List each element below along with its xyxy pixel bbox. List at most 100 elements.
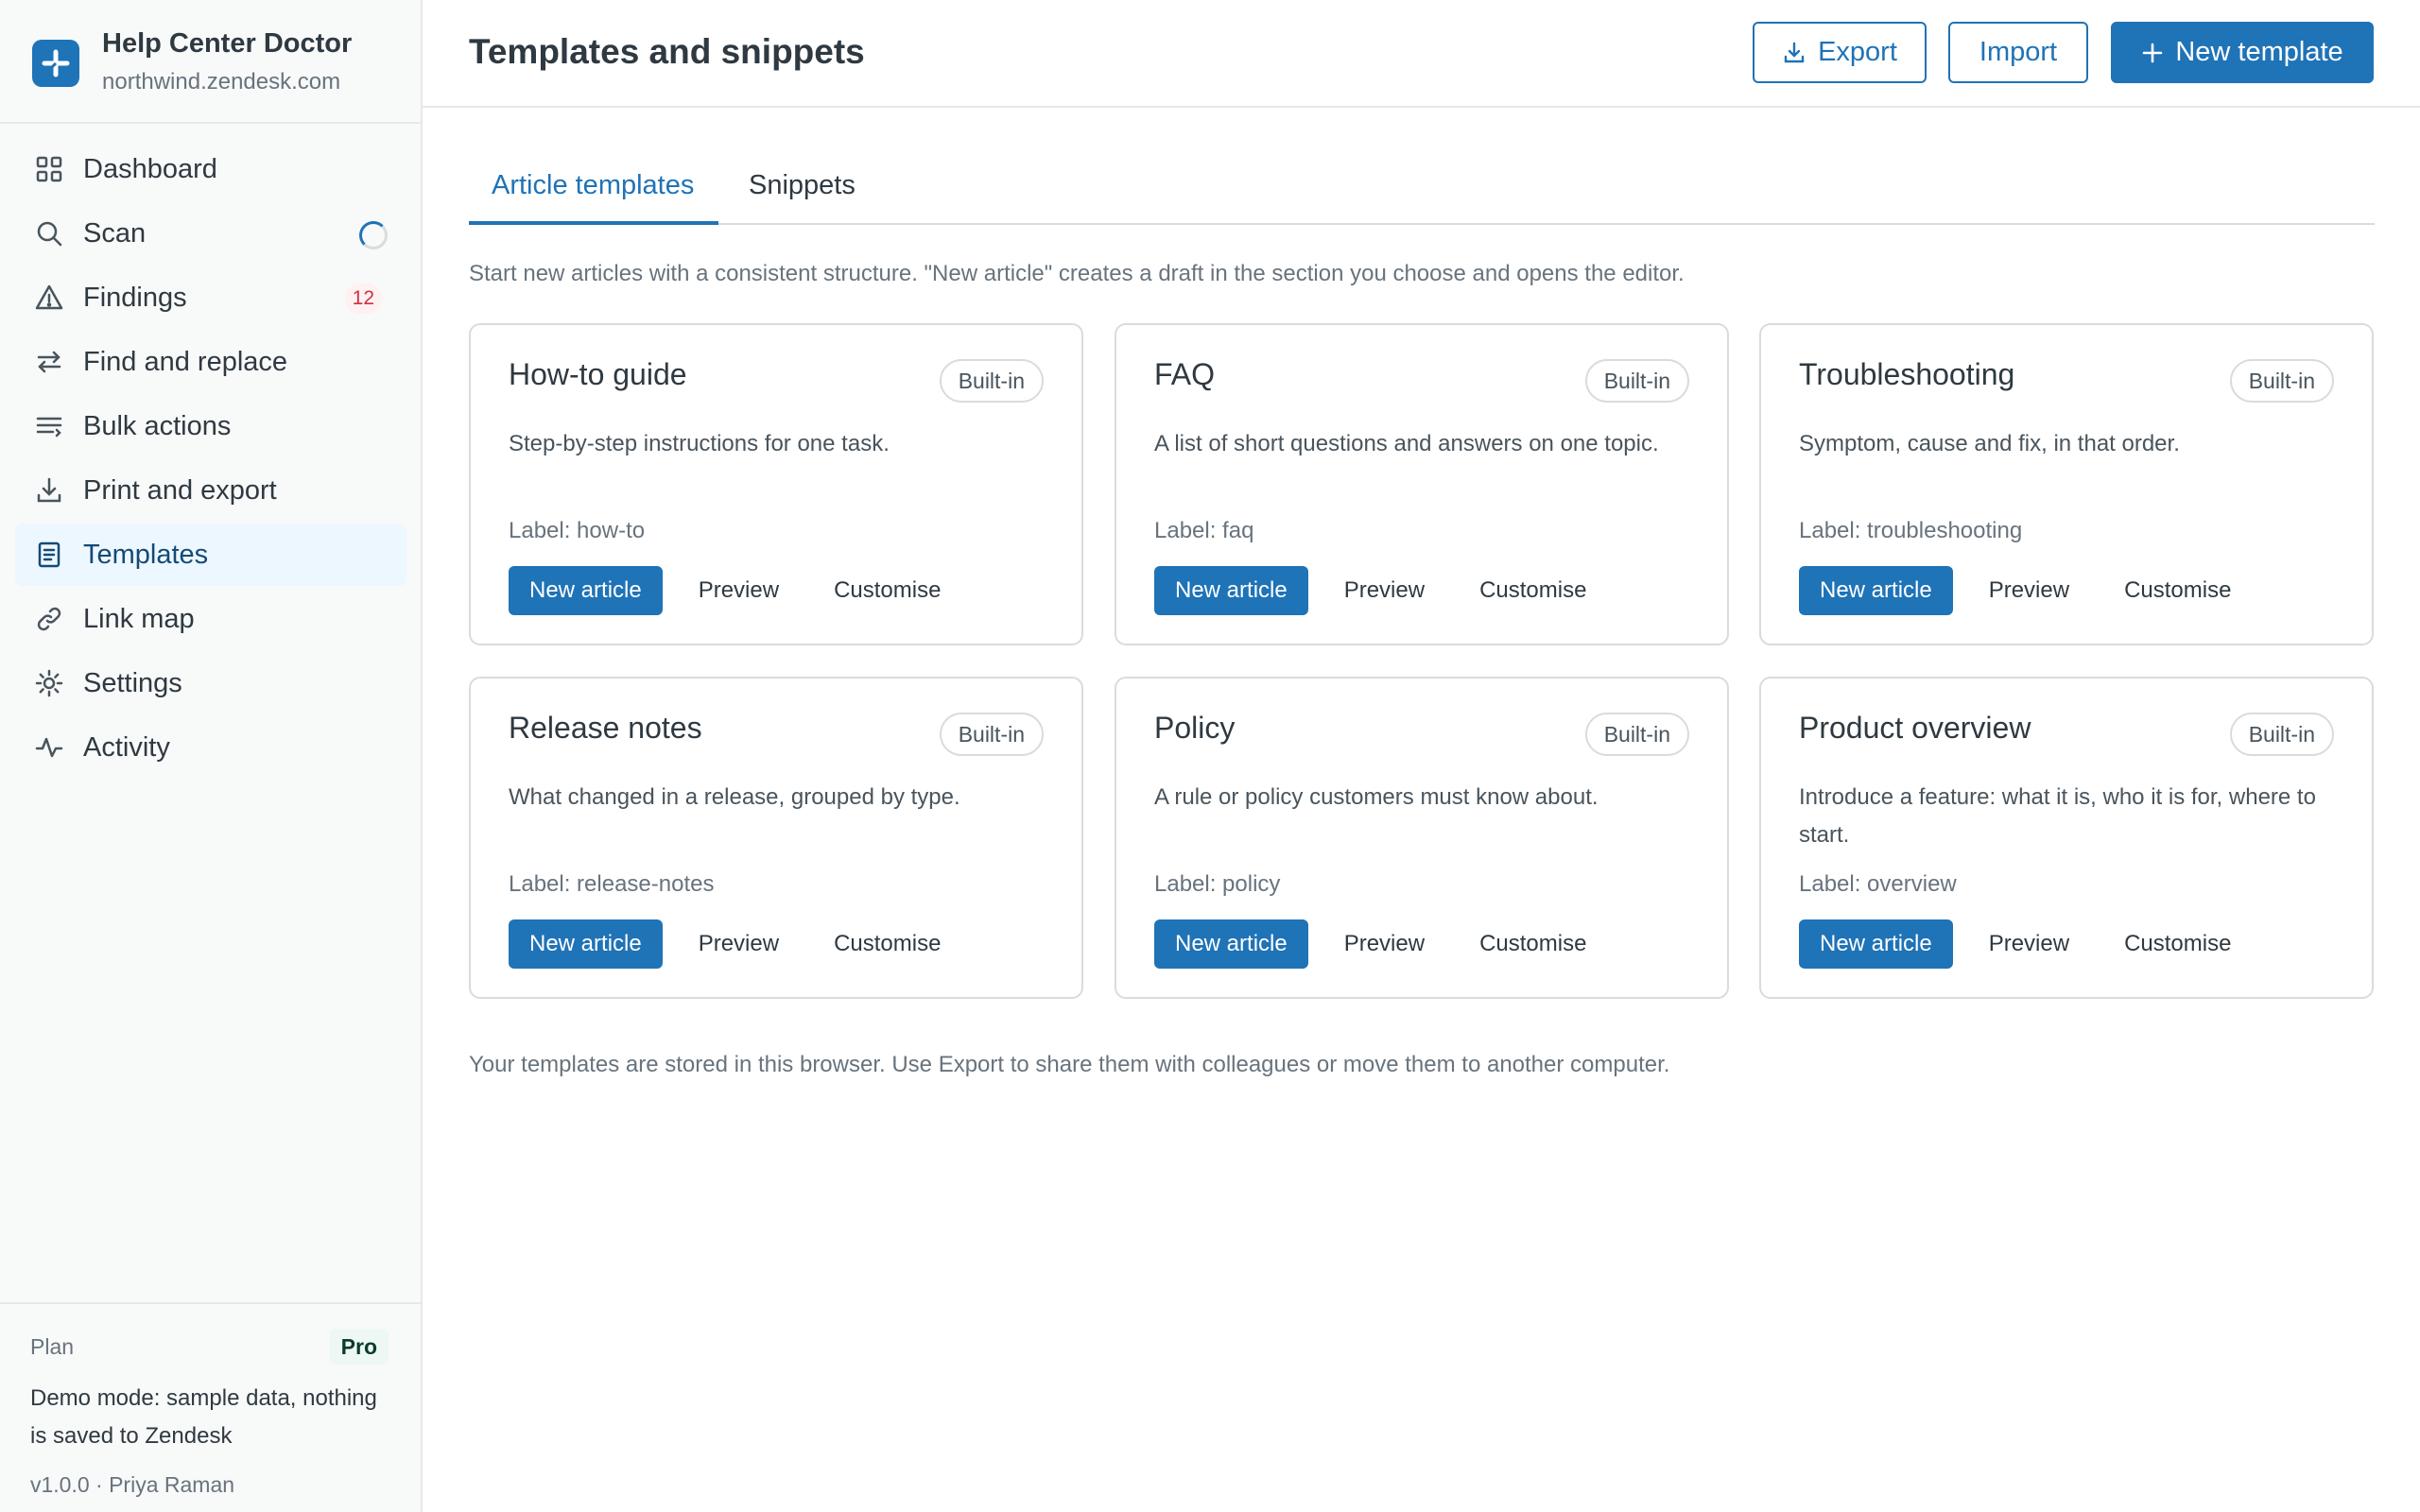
activity-pulse-icon — [34, 732, 64, 763]
new-article-button[interactable]: New article — [509, 566, 663, 615]
new-article-button[interactable]: New article — [509, 919, 663, 969]
sidebar-item-dashboard[interactable]: Dashboard — [15, 138, 406, 200]
sidebar-item-findings[interactable]: Findings 12 — [15, 266, 406, 329]
preview-button[interactable]: Preview — [1970, 919, 2088, 969]
template-card-faq: FAQ Built-in A list of short questions a… — [1115, 323, 1729, 645]
built-in-badge: Built-in — [939, 359, 1044, 403]
built-in-badge: Built-in — [939, 713, 1044, 756]
download-icon — [1784, 42, 1805, 62]
card-title: How-to guide — [509, 357, 687, 391]
customise-button[interactable]: Customise — [815, 919, 959, 969]
preview-button[interactable]: Preview — [1325, 919, 1443, 969]
card-actions: New article Preview Customise — [1799, 566, 2250, 615]
sidebar-footer: Plan Pro Demo mode: sample data, nothing… — [0, 1302, 421, 1512]
link-icon — [34, 604, 64, 634]
zendesk-host: northwind.zendesk.com — [102, 69, 341, 94]
card-description: A list of short questions and answers on… — [1154, 431, 1659, 456]
built-in-badge: Built-in — [2229, 359, 2334, 403]
sidebar-item-settings[interactable]: Settings — [15, 652, 406, 714]
sidebar-item-label: Find and replace — [83, 346, 288, 377]
tabs: Article templates Snippets — [469, 151, 2375, 225]
plan-label: Plan — [30, 1334, 75, 1359]
sidebar-item-activity[interactable]: Activity — [15, 716, 406, 779]
template-card-product-overview: Product overview Built-in Introduce a fe… — [1759, 677, 2374, 999]
card-description: Symptom, cause and fix, in that order. — [1799, 431, 2180, 456]
export-label: Export — [1818, 37, 1897, 67]
storage-note: Your templates are stored in this browse… — [469, 1052, 1670, 1077]
card-title: Product overview — [1799, 711, 2031, 745]
card-label: Label: release-notes — [509, 871, 715, 897]
preview-button[interactable]: Preview — [1325, 566, 1443, 615]
page-title: Templates and snippets — [469, 32, 865, 71]
customise-button[interactable]: Customise — [815, 566, 959, 615]
card-label: Label: troubleshooting — [1799, 518, 2023, 543]
preview-button[interactable]: Preview — [680, 566, 798, 615]
sidebar-item-scan[interactable]: Scan — [15, 202, 406, 265]
findings-count-badge: 12 — [344, 284, 382, 314]
sidebar: Help Center Doctor northwind.zendesk.com… — [0, 0, 423, 1512]
intro-text: Start new articles with a consistent str… — [469, 261, 1685, 286]
card-label: Label: policy — [1154, 871, 1281, 897]
sidebar-item-label: Settings — [83, 667, 182, 698]
sidebar-item-templates[interactable]: Templates — [15, 524, 406, 586]
template-card-policy: Policy Built-in A rule or policy custome… — [1115, 677, 1729, 999]
card-actions: New article Preview Customise — [1154, 566, 1605, 615]
preview-button[interactable]: Preview — [680, 919, 798, 969]
new-template-label: New template — [2175, 37, 2343, 67]
new-article-button[interactable]: New article — [1154, 566, 1308, 615]
template-card-release-notes: Release notes Built-in What changed in a… — [469, 677, 1083, 999]
built-in-badge: Built-in — [2229, 713, 2334, 756]
sidebar-item-label: Activity — [83, 731, 170, 763]
export-button[interactable]: Export — [1753, 22, 1927, 83]
sidebar-item-label: Templates — [83, 539, 209, 570]
list-lines-icon — [34, 411, 64, 441]
plus-icon — [2143, 43, 2163, 62]
card-description: What changed in a release, grouped by ty… — [509, 784, 960, 810]
card-actions: New article Preview Customise — [509, 919, 959, 969]
search-icon — [34, 218, 64, 249]
customise-button[interactable]: Customise — [1461, 566, 1605, 615]
card-description: A rule or policy customers must know abo… — [1154, 784, 1599, 810]
sidebar-item-label: Scan — [83, 217, 147, 249]
warning-triangle-icon — [34, 283, 64, 313]
card-actions: New article Preview Customise — [509, 566, 959, 615]
app-name: Help Center Doctor — [102, 28, 353, 59]
card-title: FAQ — [1154, 357, 1216, 391]
sidebar-item-label: Bulk actions — [83, 410, 232, 441]
sidebar-item-find-and-replace[interactable]: Find and replace — [15, 331, 406, 393]
download-icon — [34, 475, 64, 506]
import-label: Import — [1979, 37, 2058, 67]
new-article-button[interactable]: New article — [1154, 919, 1308, 969]
scan-progress-spinner — [359, 221, 388, 249]
tab-article-templates[interactable]: Article templates — [469, 170, 718, 225]
demo-mode-notice: Demo mode: sample data, nothing is saved… — [30, 1385, 377, 1449]
sidebar-item-label: Findings — [83, 282, 187, 313]
document-icon — [34, 540, 64, 570]
customise-button[interactable]: Customise — [2105, 566, 2250, 615]
template-card-how-to: How-to guide Built-in Step-by-step instr… — [469, 323, 1083, 645]
sidebar-nav: Dashboard Scan Findings 12 Find and repl… — [15, 138, 406, 781]
app-logo-icon — [32, 40, 79, 87]
preview-button[interactable]: Preview — [1970, 566, 2088, 615]
version-info: v1.0.0 · Priya Raman — [30, 1472, 235, 1497]
card-actions: New article Preview Customise — [1799, 919, 2250, 969]
card-description: Introduce a feature: what it is, who it … — [1799, 784, 2316, 848]
sidebar-item-link-map[interactable]: Link map — [15, 588, 406, 650]
sidebar-item-print-and-export[interactable]: Print and export — [15, 459, 406, 522]
tab-snippets[interactable]: Snippets — [726, 170, 878, 225]
customise-button[interactable]: Customise — [1461, 919, 1605, 969]
card-label: Label: overview — [1799, 871, 1957, 897]
customise-button[interactable]: Customise — [2105, 919, 2250, 969]
card-title: Policy — [1154, 711, 1236, 745]
gear-icon — [34, 668, 64, 698]
sidebar-item-label: Link map — [83, 603, 195, 634]
new-template-button[interactable]: New template — [2111, 22, 2374, 83]
import-button[interactable]: Import — [1948, 22, 2088, 83]
new-article-button[interactable]: New article — [1799, 919, 1953, 969]
swap-arrows-icon — [34, 347, 64, 377]
brand-header: Help Center Doctor northwind.zendesk.com — [0, 0, 421, 124]
built-in-badge: Built-in — [1584, 713, 1689, 756]
sidebar-item-bulk-actions[interactable]: Bulk actions — [15, 395, 406, 457]
sidebar-item-label: Dashboard — [83, 153, 217, 184]
new-article-button[interactable]: New article — [1799, 566, 1953, 615]
